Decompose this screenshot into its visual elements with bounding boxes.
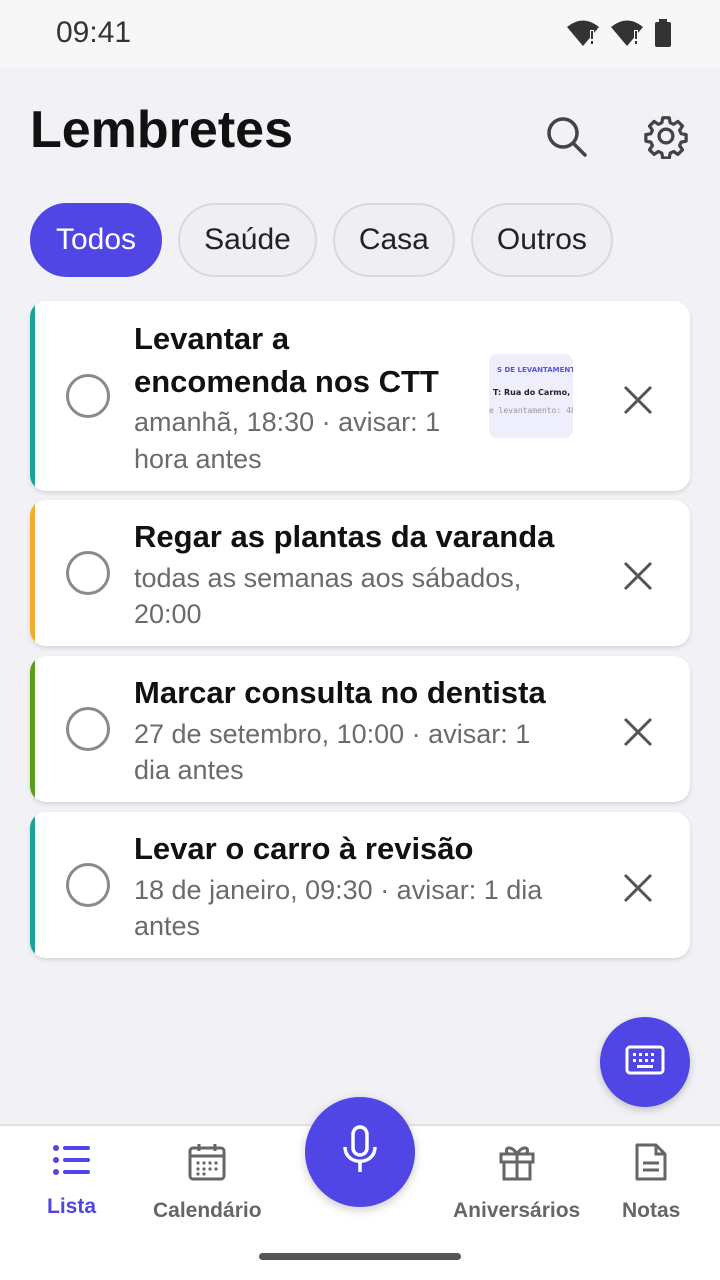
nav-notas[interactable]: Notas bbox=[622, 1142, 680, 1223]
list-icon bbox=[52, 1142, 92, 1183]
card-accent bbox=[30, 812, 35, 958]
reminder-subtitle-line1: 18 de janeiro, 09:30 · avisar: 1 dia bbox=[134, 875, 543, 905]
settings-button[interactable] bbox=[642, 114, 690, 162]
reminder-subtitle-line2: 20:00 bbox=[134, 599, 202, 629]
complete-checkbox[interactable] bbox=[66, 374, 110, 418]
nav-label: Aniversários bbox=[453, 1199, 581, 1222]
reminder-title: Regar as plantas da varanda bbox=[134, 519, 555, 554]
status-icons bbox=[566, 18, 672, 53]
attachment-thumbnail[interactable]: S DE LEVANTAMENTO T: Rua do Carmo, 12 e … bbox=[489, 354, 573, 438]
card-accent bbox=[30, 656, 35, 802]
chip-saude[interactable]: Saúde bbox=[178, 203, 317, 277]
filter-chips: Todos Saúde Casa Outros bbox=[30, 203, 613, 277]
reminder-subtitle-line1: amanhã, 18:30 · avisar: 1 bbox=[134, 407, 441, 437]
attachment-text-1: S DE LEVANTAMENTO bbox=[497, 366, 573, 374]
voice-input-button[interactable] bbox=[305, 1097, 415, 1207]
close-icon bbox=[618, 717, 658, 756]
status-time: 09:41 bbox=[56, 16, 132, 49]
reminder-card[interactable]: Marcar consulta no dentista 27 de setemb… bbox=[30, 656, 690, 802]
gift-icon bbox=[497, 1142, 537, 1187]
nav-lista[interactable]: Lista bbox=[47, 1142, 96, 1219]
nav-aniversarios[interactable]: Aniversários bbox=[453, 1142, 580, 1223]
complete-checkbox[interactable] bbox=[66, 863, 110, 907]
microphone-icon bbox=[340, 1124, 380, 1181]
reminder-subtitle-line1: todas as semanas aos sábados, bbox=[134, 563, 522, 593]
keyboard-input-button[interactable] bbox=[600, 1017, 690, 1107]
reminder-card[interactable]: Levar o carro à revisão 18 de janeiro, 0… bbox=[30, 812, 690, 958]
nav-label: Lista bbox=[47, 1195, 97, 1218]
nav-label: Calendário bbox=[153, 1199, 262, 1222]
reminder-subtitle-line1: 27 de setembro, 10:00 · avisar: 1 bbox=[134, 719, 531, 749]
reminder-subtitle-line2: antes bbox=[134, 911, 201, 941]
status-bar: 09:41 bbox=[0, 0, 720, 68]
delete-button[interactable] bbox=[618, 380, 658, 420]
reminder-title-line1: Levantar a bbox=[134, 321, 290, 356]
reminder-subtitle-line2: hora antes bbox=[134, 444, 262, 474]
gear-icon bbox=[643, 113, 689, 164]
calendar-icon bbox=[187, 1142, 227, 1187]
search-icon bbox=[544, 114, 588, 163]
delete-button[interactable] bbox=[618, 712, 658, 752]
close-icon bbox=[618, 873, 658, 912]
battery-icon bbox=[654, 18, 672, 53]
delete-button[interactable] bbox=[618, 868, 658, 908]
signal-alert-icon bbox=[610, 18, 644, 53]
close-icon bbox=[618, 385, 658, 424]
attachment-text-3: e levantamento: 4821 bbox=[489, 406, 573, 415]
complete-checkbox[interactable] bbox=[66, 551, 110, 595]
delete-button[interactable] bbox=[618, 556, 658, 596]
search-button[interactable] bbox=[542, 114, 590, 162]
wifi-alert-icon bbox=[566, 18, 600, 53]
chip-outros[interactable]: Outros bbox=[470, 203, 613, 277]
keyboard-icon bbox=[625, 1045, 665, 1080]
close-icon bbox=[618, 561, 658, 600]
reminder-card[interactable]: Regar as plantas da varanda todas as sem… bbox=[30, 500, 690, 646]
card-accent bbox=[30, 301, 35, 491]
page-title: Lembretes bbox=[30, 101, 293, 159]
home-indicator[interactable] bbox=[259, 1253, 461, 1260]
reminder-title: Levar o carro à revisão bbox=[134, 831, 474, 866]
document-icon bbox=[634, 1142, 668, 1187]
chip-todos[interactable]: Todos bbox=[30, 203, 163, 277]
attachment-text-2: T: Rua do Carmo, 12 bbox=[493, 388, 573, 397]
reminder-card[interactable]: Levantar a encomenda nos CTT amanhã, 18:… bbox=[30, 301, 690, 491]
reminder-title: Marcar consulta no dentista bbox=[134, 675, 546, 710]
nav-calendario[interactable]: Calendário bbox=[153, 1142, 262, 1223]
chip-casa[interactable]: Casa bbox=[332, 203, 455, 277]
reminder-subtitle-line2: dia antes bbox=[134, 755, 244, 785]
card-accent bbox=[30, 500, 35, 646]
complete-checkbox[interactable] bbox=[66, 707, 110, 751]
reminder-title-line2: encomenda nos CTT bbox=[134, 364, 439, 399]
nav-label: Notas bbox=[622, 1199, 681, 1222]
